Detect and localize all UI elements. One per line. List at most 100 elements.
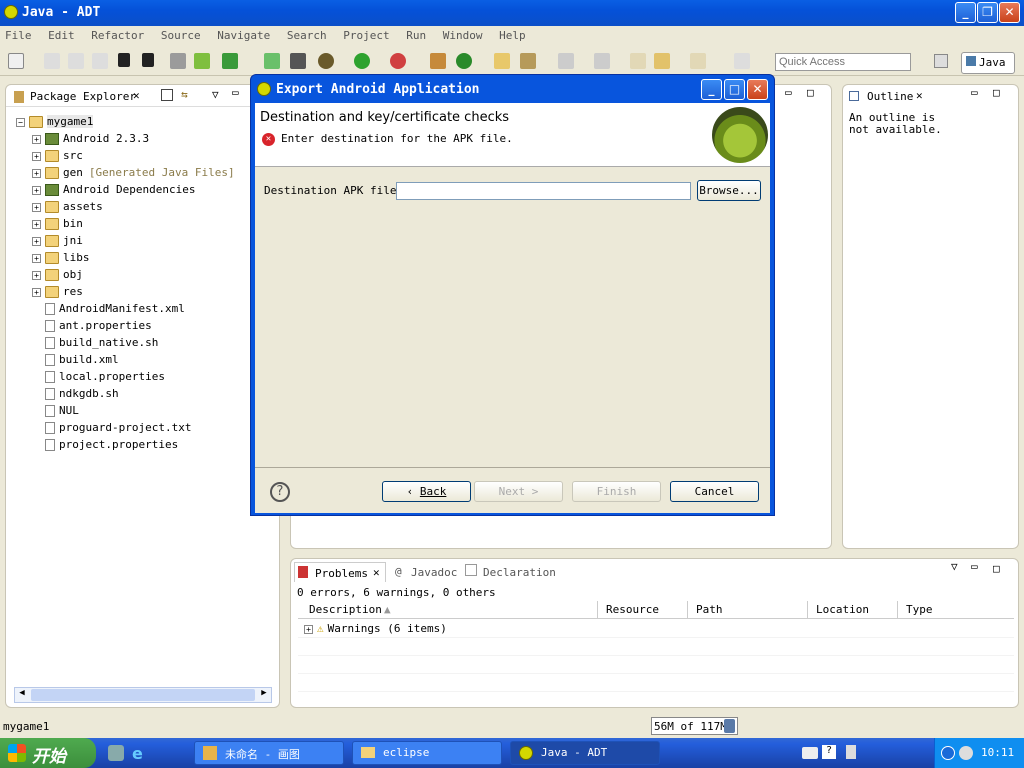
dialog-maximize-button[interactable]: □: [724, 79, 745, 100]
scroll-left-icon[interactable]: ◀: [15, 688, 29, 702]
finish-button[interactable]: Finish: [572, 481, 661, 502]
outline-tab[interactable]: Outline: [867, 90, 913, 103]
new-class-icon[interactable]: [456, 53, 472, 69]
expand-icon[interactable]: +: [32, 168, 41, 178]
help-icon[interactable]: ?: [270, 482, 290, 502]
menu-navigate[interactable]: Navigate: [212, 26, 275, 45]
expand-icon[interactable]: +: [32, 253, 41, 263]
expand-icon[interactable]: +: [32, 287, 41, 297]
column-resource[interactable]: Resource: [597, 601, 667, 619]
column-description[interactable]: Description: [309, 603, 382, 616]
minimize-view-icon[interactable]: ▭: [971, 560, 978, 573]
declaration-tab[interactable]: Declaration: [483, 566, 556, 579]
save-all-icon[interactable]: [68, 53, 84, 69]
back-icon[interactable]: [630, 53, 646, 69]
tree-row[interactable]: + assets: [16, 198, 235, 215]
expand-icon[interactable]: +: [32, 134, 41, 144]
minimize-button[interactable]: _: [955, 2, 976, 23]
menu-edit[interactable]: Edit: [43, 26, 80, 45]
pin-editor-icon[interactable]: [734, 53, 750, 69]
destination-apk-input[interactable]: [396, 182, 691, 200]
external-tools-icon[interactable]: [390, 53, 406, 69]
tree-row[interactable]: ant.properties: [16, 317, 235, 334]
column-type[interactable]: Type: [897, 601, 941, 619]
menu-help[interactable]: Help: [494, 26, 531, 45]
help-icon[interactable]: ?: [822, 745, 836, 759]
tree-row[interactable]: + bin: [16, 215, 235, 232]
maximize-view-icon[interactable]: □: [993, 562, 1000, 575]
internet-explorer-icon[interactable]: e: [132, 744, 143, 763]
menu-refactor[interactable]: Refactor: [86, 26, 149, 45]
cancel-button[interactable]: Cancel: [670, 481, 759, 502]
back-button[interactable]: ‹ Back: [382, 481, 471, 502]
debug-icon[interactable]: [318, 53, 334, 69]
tree-row[interactable]: + obj: [16, 266, 235, 283]
taskbar-item-adt[interactable]: Java - ADT: [510, 741, 660, 765]
open-perspective-icon[interactable]: [934, 54, 948, 68]
view-menu-icon[interactable]: ▽: [951, 560, 958, 573]
expand-icon[interactable]: +: [32, 202, 41, 212]
menu-file[interactable]: File: [0, 26, 37, 45]
minimize-view-icon[interactable]: ▭: [971, 86, 978, 99]
tree-row[interactable]: + res: [16, 283, 235, 300]
next-button[interactable]: Next >: [474, 481, 563, 502]
expand-icon[interactable]: +: [32, 236, 41, 246]
close-tab-icon[interactable]: ✕: [133, 89, 140, 102]
android-avd-icon[interactable]: [194, 53, 210, 69]
problems-tab[interactable]: Problems ✕: [294, 562, 386, 582]
garbage-collect-icon[interactable]: [724, 719, 735, 733]
tree-row[interactable]: build.xml: [16, 351, 235, 368]
tree-row[interactable]: project.properties: [16, 436, 235, 453]
expand-icon[interactable]: +: [32, 270, 41, 280]
tree-row[interactable]: build_native.sh: [16, 334, 235, 351]
scroll-right-icon[interactable]: ▶: [257, 688, 271, 702]
tree-row[interactable]: + Android 2.3.3: [16, 130, 235, 147]
tree-row[interactable]: AndroidManifest.xml: [16, 300, 235, 317]
table-row[interactable]: + ⚠ Warnings (6 items): [304, 622, 447, 635]
collapse-all-icon[interactable]: [161, 89, 173, 101]
input-method-icon[interactable]: [846, 745, 856, 759]
tree-row-project[interactable]: − mygame1: [16, 113, 235, 130]
menu-search[interactable]: Search: [282, 26, 332, 45]
expand-icon[interactable]: +: [304, 624, 313, 634]
maximize-button[interactable]: ❐: [977, 2, 998, 23]
save-icon[interactable]: [44, 53, 60, 69]
checkbox-icon[interactable]: [222, 53, 238, 69]
expand-icon[interactable]: +: [32, 185, 41, 195]
javadoc-tab[interactable]: Javadoc: [411, 566, 457, 579]
annotation-icon[interactable]: [558, 53, 574, 69]
collapse-icon[interactable]: −: [16, 117, 25, 127]
scrollbar-thumb[interactable]: [31, 689, 255, 701]
browse-button[interactable]: Browse...: [697, 180, 761, 201]
menu-window[interactable]: Window: [438, 26, 488, 45]
close-button[interactable]: ✕: [999, 2, 1020, 23]
quick-access-input[interactable]: [775, 53, 911, 71]
dialog-close-button[interactable]: ✕: [747, 79, 768, 100]
tray-expand-icon[interactable]: [941, 746, 955, 760]
package-explorer-tab[interactable]: Package Explorer: [30, 90, 136, 103]
menu-project[interactable]: Project: [338, 26, 394, 45]
back-history-icon[interactable]: [654, 53, 670, 69]
tree-row[interactable]: local.properties: [16, 368, 235, 385]
link-with-editor-icon[interactable]: ⇆: [181, 88, 188, 101]
new-android-project-icon[interactable]: [264, 53, 280, 69]
tree-row[interactable]: proguard-project.txt: [16, 419, 235, 436]
new-icon[interactable]: [8, 53, 24, 69]
maximize-editor-icon[interactable]: □: [807, 86, 814, 99]
minimize-view-icon[interactable]: ▭: [232, 86, 239, 99]
new-java-package-icon[interactable]: [430, 53, 446, 69]
taskbar-item-eclipse[interactable]: eclipse: [352, 741, 502, 765]
search-icon[interactable]: [520, 53, 536, 69]
tree-row[interactable]: + libs: [16, 249, 235, 266]
taskbar-item-paint[interactable]: 未命名 - 画图: [194, 741, 344, 765]
tree-row[interactable]: + Android Dependencies: [16, 181, 235, 198]
android-sdk-icon[interactable]: [170, 53, 186, 69]
expand-icon[interactable]: +: [32, 151, 41, 161]
tree-row[interactable]: NUL: [16, 402, 235, 419]
maximize-view-icon[interactable]: □: [993, 86, 1000, 99]
last-edit-icon[interactable]: [594, 53, 610, 69]
column-path[interactable]: Path: [687, 601, 731, 619]
expand-icon[interactable]: +: [32, 219, 41, 229]
column-location[interactable]: Location: [807, 601, 877, 619]
download-icon[interactable]: [142, 53, 154, 67]
